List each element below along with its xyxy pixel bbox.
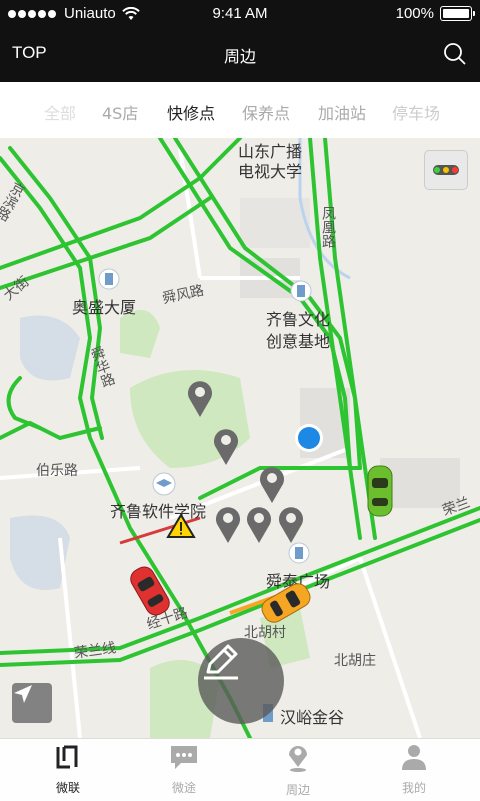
- traffic-layer-button[interactable]: [424, 150, 468, 190]
- tab-maintenance[interactable]: 保养点: [242, 100, 290, 124]
- bottom-tab-bar: 微联 微途 周边 我的: [0, 738, 480, 801]
- battery-icon: [440, 6, 475, 21]
- repair-location-pin-icon[interactable]: [212, 426, 240, 466]
- tab-mine[interactable]: 我的: [354, 743, 474, 796]
- battery-percent: 100%: [395, 5, 434, 22]
- location-pin-icon: [289, 745, 307, 772]
- repair-location-pin-icon[interactable]: [258, 464, 286, 504]
- tab-4s-store[interactable]: 4S店: [102, 100, 138, 124]
- map-label: 汉峪金谷: [280, 708, 345, 727]
- locate-button[interactable]: [12, 683, 52, 723]
- tab-label: 我的: [401, 781, 426, 795]
- weilian-logo-icon: [56, 745, 78, 769]
- category-tabs: 全部 4S店 快修点 保养点 加油站 停车场: [0, 82, 480, 139]
- user-icon: [402, 745, 426, 770]
- edit-button[interactable]: [198, 638, 284, 724]
- map-label: 北胡庄: [334, 653, 376, 669]
- tab-label: 微联: [55, 781, 80, 795]
- repair-location-pin-icon[interactable]: [277, 504, 305, 544]
- traffic-light-icon: [433, 165, 459, 175]
- map-label: 齐鲁文化: [266, 310, 331, 329]
- repair-location-pin-icon[interactable]: [186, 378, 214, 418]
- search-icon[interactable]: [442, 41, 468, 67]
- map-label: 创意基地: [266, 332, 331, 351]
- map-label: 电视大学: [238, 162, 303, 181]
- navigation-bar: TOP 周边: [0, 28, 480, 82]
- tab-gas-station[interactable]: 加油站: [318, 100, 366, 124]
- building-icon: [98, 268, 120, 290]
- map-label: 凤凰路: [320, 206, 336, 248]
- tab-parking[interactable]: 停车场: [392, 100, 440, 124]
- repair-location-pin-icon[interactable]: [245, 504, 273, 544]
- tab-all[interactable]: 全部: [44, 100, 76, 124]
- building-icon: [290, 280, 312, 302]
- chat-icon: [171, 746, 197, 769]
- map-view[interactable]: 山东广播 电视大学 凤凰路 奥盛大厦 舜风路 齐鲁文化 创意基地 舜华路 伯乐路…: [0, 138, 480, 738]
- tab-label: 微途: [171, 781, 196, 795]
- current-location-icon: [295, 424, 323, 452]
- car-icon: [367, 465, 393, 517]
- tab-weitu[interactable]: 微途: [124, 743, 244, 796]
- pencil-icon: [204, 644, 238, 680]
- status-bar: Uniauto 9:41 AM 100%: [0, 0, 480, 28]
- navigation-arrow-icon: [14, 685, 32, 703]
- map-label: 奥盛大厦: [72, 298, 137, 317]
- page-title: 周边: [223, 47, 256, 66]
- building-icon: [288, 542, 310, 564]
- school-icon: [152, 472, 176, 496]
- map-label: 伯乐路: [36, 463, 78, 479]
- tab-label: 周边: [285, 783, 310, 797]
- tab-weilian[interactable]: 微联: [8, 743, 128, 796]
- tab-quick-repair[interactable]: 快修点: [167, 100, 215, 124]
- tab-nearby[interactable]: 周边: [238, 743, 358, 798]
- repair-location-pin-icon[interactable]: [214, 504, 242, 544]
- warning-icon: [166, 513, 196, 538]
